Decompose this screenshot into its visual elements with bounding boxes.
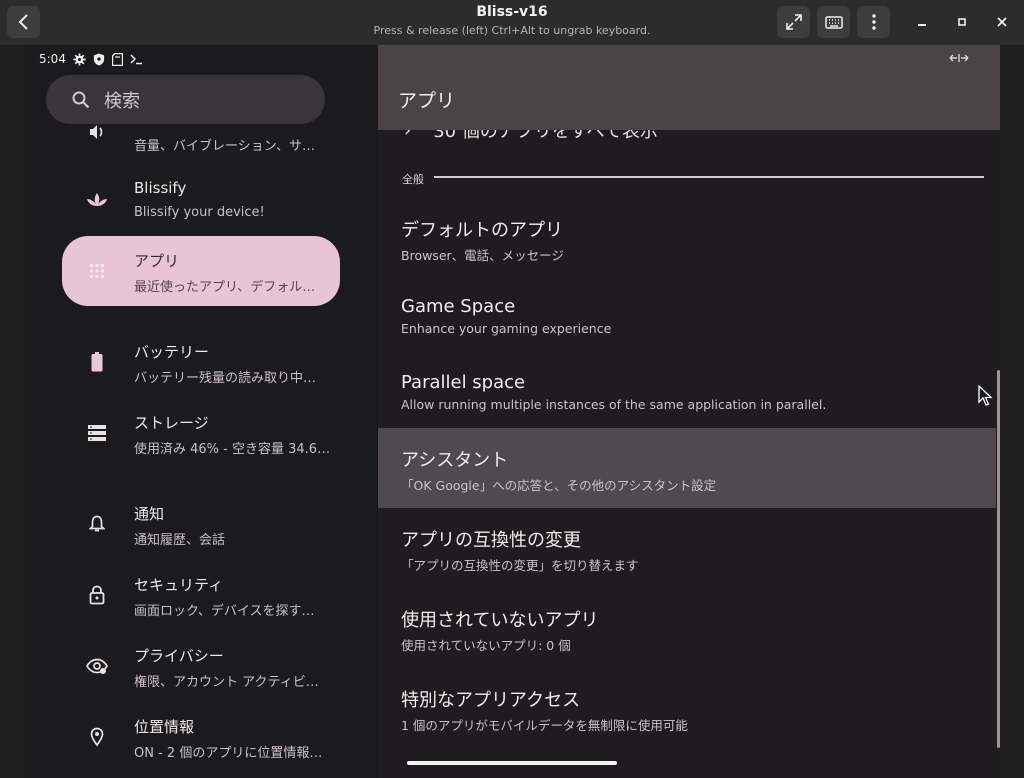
status-bar: 5:04 [39, 50, 143, 68]
lotus-icon [84, 187, 110, 213]
settings-item-title: バッテリー [134, 343, 210, 361]
settings-item-location[interactable]: 位置情報 ON - 2 個のアプリに位置情報… [62, 702, 340, 772]
item-subtitle: 「アプリの互換性の変更」を切り替えます [401, 558, 639, 573]
apps-detail-pane: アプリ › 30 個のアプリをすべて表示 全般 デフォルトのアプリ Browse… [378, 45, 1001, 778]
default-apps-item[interactable]: デフォルトのアプリ Browser、電話、メッセージ [378, 200, 996, 280]
maximize-icon [958, 18, 966, 26]
item-title: 使用されていないアプリ [401, 610, 599, 631]
settings-item-storage[interactable]: ストレージ 使用済み 46% - 空き容量 34.68… [62, 398, 340, 468]
mouse-cursor-icon [978, 385, 993, 406]
bell-icon [84, 511, 110, 537]
assistant-item[interactable]: アシスタント 「OK Google」への応答と、その他のアシスタント設定 [378, 428, 996, 508]
expand-icon [785, 14, 802, 30]
settings-item-apps[interactable]: アプリ 最近使ったアプリ、デフォル… [62, 236, 340, 306]
minimize-button[interactable] [910, 10, 934, 34]
settings-item-title: 通知 [134, 505, 165, 523]
item-title: 特別なアプリアクセス [401, 690, 581, 711]
location-pin-icon [84, 724, 110, 750]
settings-item-subtitle: 最近使ったアプリ、デフォル… [134, 280, 316, 295]
settings-item-battery[interactable]: バッテリー バッテリー残量の読み取り中… [62, 327, 340, 397]
settings-item-title: アプリ [134, 252, 180, 270]
item-subtitle: Enhance your gaming experience [401, 321, 612, 336]
item-title: アプリの互換性の変更 [401, 530, 581, 551]
settings-item-title: プライバシー [134, 647, 224, 665]
fullscreen-button[interactable] [777, 6, 810, 38]
settings-item-notifications[interactable]: 通知 通知履歴、会話 [62, 489, 340, 559]
collapse-arrows-icon[interactable] [948, 51, 970, 65]
parallel-space-item[interactable]: Parallel space Allow running multiple in… [378, 357, 996, 437]
minimize-icon [918, 24, 926, 26]
app-header: アプリ [378, 45, 1000, 130]
settings-item-privacy[interactable]: プライバシー 権限、アカウント アクティビ… [62, 631, 340, 701]
gesture-nav-bar[interactable] [407, 761, 617, 765]
close-button[interactable] [990, 10, 1014, 34]
android-screen: 5:04 検索 音量、バイブレーション、サ… Blissify Blissify… [24, 45, 1001, 778]
menu-button[interactable] [857, 6, 890, 38]
item-subtitle: 使用されていないアプリ: 0 個 [401, 638, 571, 653]
item-subtitle: 「OK Google」への応答と、その他のアシスタント設定 [401, 478, 717, 493]
sd-card-icon [111, 52, 123, 66]
game-space-item[interactable]: Game Space Enhance your gaming experienc… [378, 281, 996, 361]
settings-item-subtitle: バッテリー残量の読み取り中… [134, 371, 317, 386]
item-title: アシスタント [401, 450, 509, 471]
settings-list-pane: 5:04 検索 音量、バイブレーション、サ… Blissify Blissify… [24, 45, 378, 778]
storage-icon [84, 420, 110, 446]
item-title: デフォルトのアプリ [401, 220, 563, 241]
more-vertical-icon [871, 14, 876, 30]
item-title: Parallel space [401, 372, 526, 393]
battery-icon [84, 349, 110, 375]
unused-apps-item[interactable]: 使用されていないアプリ 使用されていないアプリ: 0 個 [378, 588, 996, 668]
apps-grid-icon [84, 258, 110, 284]
search-icon [72, 91, 90, 108]
settings-item-title: Blissify [134, 179, 187, 197]
settings-item-subtitle: 通知履歴、会話 [134, 533, 226, 548]
status-time: 5:04 [39, 52, 66, 66]
close-icon [997, 17, 1007, 27]
terminal-icon [130, 54, 142, 65]
item-subtitle: Browser、電話、メッセージ [401, 248, 564, 263]
item-subtitle: 1 個のアプリがモバイルデータを無制限に使用可能 [401, 718, 688, 733]
section-divider [434, 176, 984, 178]
settings-item-title: 位置情報 [134, 718, 195, 736]
lock-icon [84, 582, 110, 608]
window-margin-right [1001, 45, 1024, 778]
settings-item-subtitle: 音量、バイブレーション、サ… [134, 139, 315, 154]
keyboard-icon [824, 15, 843, 29]
item-subtitle: Allow running multiple instances of the … [401, 397, 827, 412]
settings-item-subtitle: Blissify your device! [134, 205, 265, 220]
settings-item-subtitle: ON - 2 個のアプリに位置情報… [134, 746, 323, 761]
app-compat-changes-item[interactable]: アプリの互換性の変更 「アプリの互換性の変更」を切り替えます [378, 508, 996, 588]
privacy-eye-icon [84, 653, 110, 679]
search-placeholder: 検索 [104, 90, 140, 112]
settings-item-title: ストレージ [134, 414, 209, 432]
maximize-button[interactable] [950, 10, 974, 34]
settings-item-security[interactable]: セキュリティ 画面ロック、デバイスを探す… [62, 560, 340, 630]
settings-item-blissify[interactable]: Blissify Blissify your device! [62, 165, 340, 235]
section-header-general: 全般 [402, 173, 424, 186]
search-bar[interactable]: 検索 [46, 75, 325, 124]
settings-item-subtitle: 画面ロック、デバイスを探す… [134, 604, 315, 619]
special-app-access-item[interactable]: 特別なアプリアクセス 1 個のアプリがモバイルデータを無制限に使用可能 [378, 668, 996, 748]
scrollbar[interactable] [997, 370, 1000, 748]
shield-icon [93, 52, 105, 66]
item-title: Game Space [401, 296, 516, 317]
keyboard-button[interactable] [817, 6, 850, 38]
window-margin-left [0, 45, 24, 778]
gear-icon [73, 52, 86, 66]
settings-item-title: セキュリティ [134, 576, 224, 594]
settings-item-subtitle: 権限、アカウント アクティビ… [134, 675, 319, 690]
settings-item-subtitle: 使用済み 46% - 空き容量 34.68… [134, 442, 334, 457]
page-title: アプリ [398, 90, 456, 112]
window-titlebar: Bliss-v16 Press & release (left) Ctrl+Al… [0, 0, 1024, 45]
